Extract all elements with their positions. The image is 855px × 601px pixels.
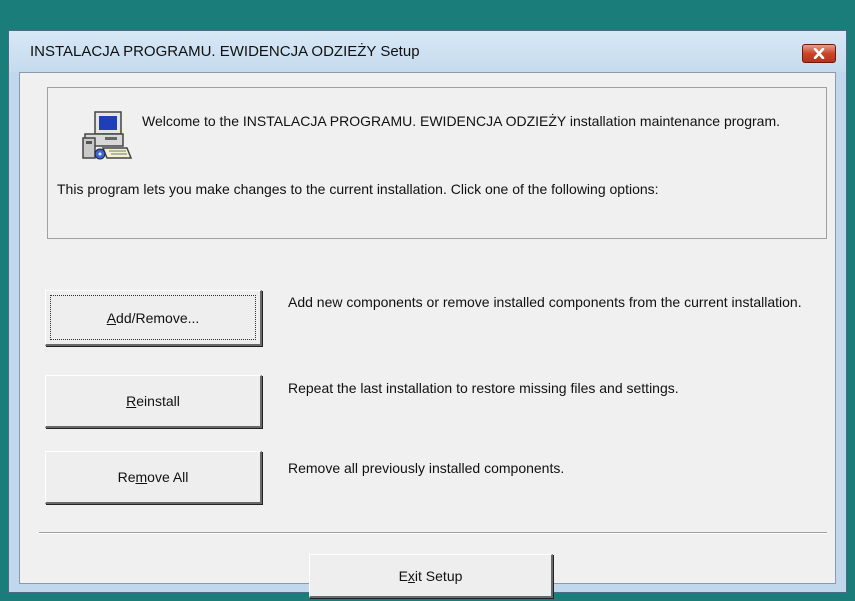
remove-all-button[interactable]: Remove All [45, 451, 262, 504]
add-remove-button[interactable]: Add/Remove... [45, 290, 262, 346]
add-remove-label: Add/Remove... [106, 309, 200, 326]
welcome-text: Welcome to the INSTALACJA PROGRAMU. EWID… [142, 113, 780, 129]
close-button[interactable] [802, 44, 836, 63]
dialog-client-area: Welcome to the INSTALACJA PROGRAMU. EWID… [19, 72, 836, 598]
exit-setup-label: Exit Setup [398, 567, 463, 584]
reinstall-label: Reinstall [126, 393, 180, 409]
remove-all-description: Remove all previously installed componen… [288, 460, 565, 476]
close-icon [813, 48, 825, 59]
reinstall-description: Repeat the last installation to restore … [288, 380, 679, 396]
add-remove-description: Add new components or remove installed c… [288, 294, 802, 310]
window-title: INSTALACJA PROGRAMU. EWIDENCJA ODZIEŻY S… [30, 43, 420, 60]
instructions-text: This program lets you make changes to th… [57, 181, 659, 197]
welcome-group-box: Welcome to the INSTALACJA PROGRAMU. EWID… [47, 87, 827, 239]
reinstall-button[interactable]: Reinstall [45, 375, 262, 428]
setup-window: INSTALACJA PROGRAMU. EWIDENCJA ODZIEŻY S… [8, 30, 847, 598]
title-bar: INSTALACJA PROGRAMU. EWIDENCJA ODZIEŻY S… [9, 31, 846, 72]
setup-computer-icon [82, 111, 133, 160]
exit-setup-button[interactable]: Exit Setup [309, 554, 553, 598]
separator-line [39, 532, 827, 534]
remove-all-label: Remove All [117, 469, 189, 485]
